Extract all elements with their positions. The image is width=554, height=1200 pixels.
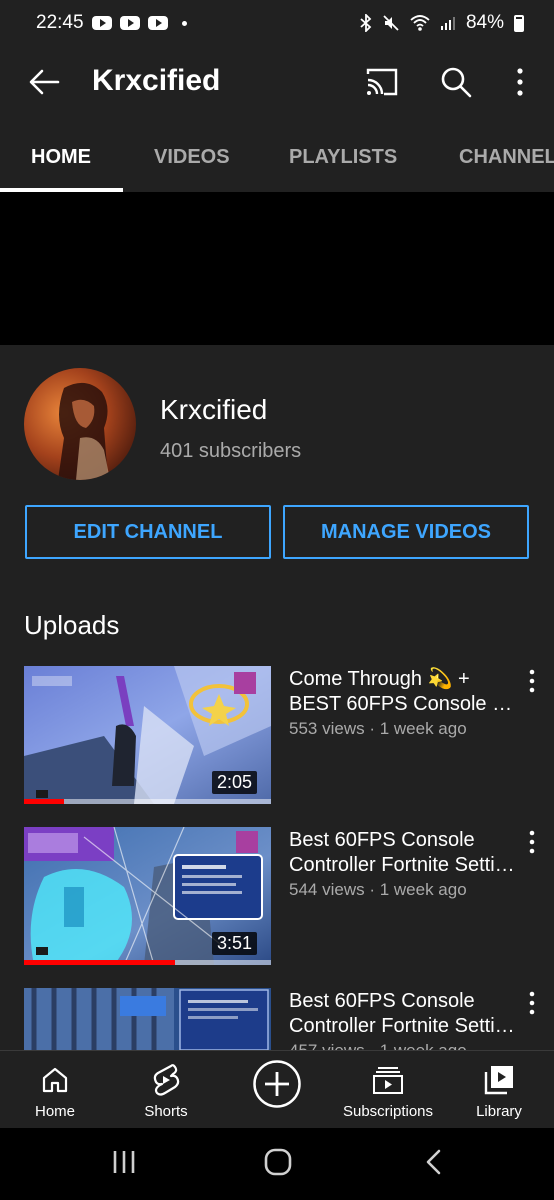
nav-label: Shorts (144, 1103, 188, 1120)
video-title-line: BEST 60FPS Console Controller Fortnite S… (289, 693, 517, 715)
video-title-line: Controller Fortnite Settings (289, 854, 517, 876)
create-icon (253, 1060, 301, 1108)
search-icon[interactable] (436, 62, 476, 102)
signal-icon (440, 17, 455, 30)
wifi-icon (410, 15, 430, 31)
youtube-notification-icon (147, 16, 168, 30)
manage-videos-button[interactable]: MANAGE VIDEOS (283, 505, 529, 559)
video-thumbnail[interactable]: 3:51 (24, 827, 271, 965)
video-meta: 544 views · 1 week ago (289, 880, 467, 899)
bottom-navigation: Home Shorts Subscriptions Library (0, 1050, 554, 1128)
more-notifications-icon (181, 20, 187, 26)
status-time: 22:45 (36, 12, 84, 33)
home-icon (42, 1067, 68, 1093)
battery-icon (514, 14, 524, 32)
video-title[interactable]: Come Through 💫 + BEST 60FPS Console Cont… (289, 667, 517, 717)
more-vert-icon[interactable] (523, 990, 541, 1016)
tab-channels[interactable]: CHANNELS (459, 146, 554, 169)
home-button-icon[interactable] (263, 1147, 293, 1177)
video-thumbnail[interactable]: 2:05 (24, 666, 271, 804)
shorts-icon (153, 1064, 180, 1096)
library-icon (484, 1066, 513, 1095)
app-bar: Krxcified (0, 46, 554, 120)
video-title-line: Come Through 💫 + (289, 668, 470, 690)
mute-icon (383, 15, 399, 31)
back-arrow-icon[interactable] (26, 64, 62, 100)
watch-progress-bar (24, 960, 175, 965)
status-bar: 22:45 84% (0, 0, 554, 46)
nav-item-create[interactable] (237, 1051, 317, 1129)
channel-avatar[interactable] (24, 368, 136, 480)
youtube-notification-icon (91, 16, 112, 30)
system-navigation-bar (0, 1128, 554, 1200)
nav-item-home[interactable]: Home (15, 1051, 95, 1129)
bluetooth-icon (360, 14, 372, 32)
tab-videos[interactable]: VIDEOS (154, 146, 230, 169)
tab-playlists[interactable]: PLAYLISTS (289, 146, 397, 169)
page-title: Krxcified (92, 64, 221, 97)
uploads-heading: Uploads (24, 610, 120, 640)
more-vert-icon[interactable] (523, 829, 541, 855)
video-duration: 3:51 (211, 932, 257, 955)
nav-item-shorts[interactable]: Shorts (126, 1051, 206, 1129)
channel-name: Krxcified (160, 394, 268, 425)
nav-item-subscriptions[interactable]: Subscriptions (333, 1051, 443, 1129)
video-item[interactable]: 3:51 Best 60FPS Console Controller Fortn… (0, 827, 554, 967)
video-item[interactable]: 2:05 Come Through 💫 + BEST 60FPS Console… (0, 666, 554, 806)
nav-label: Home (34, 1103, 75, 1120)
video-title-line: Best 60FPS Console (289, 990, 475, 1012)
video-title-line: Controller Fortnite Settings (289, 1015, 517, 1037)
battery-percent: 84% (465, 12, 504, 33)
tab-home[interactable]: HOME (31, 146, 91, 169)
back-button-icon[interactable] (420, 1147, 448, 1177)
video-title[interactable]: Best 60FPS Console Controller Fortnite S… (289, 989, 517, 1039)
video-title-line: Best 60FPS Console (289, 829, 475, 851)
video-meta: 553 views · 1 week ago (289, 719, 467, 738)
channel-banner (0, 192, 554, 345)
more-vert-icon[interactable] (508, 64, 532, 100)
edit-channel-button[interactable]: EDIT CHANNEL (25, 505, 271, 559)
cast-icon[interactable] (362, 64, 402, 100)
nav-item-library[interactable]: Library (459, 1051, 539, 1129)
subscriber-count: 401 subscribers (160, 440, 302, 462)
watch-progress-bar (24, 799, 64, 804)
video-duration: 2:05 (211, 771, 257, 794)
more-vert-icon[interactable] (523, 668, 541, 694)
channel-tabs: HOME VIDEOS PLAYLISTS CHANNELS (0, 120, 554, 192)
nav-label: Library (476, 1103, 522, 1120)
recent-apps-icon[interactable] (110, 1148, 138, 1176)
video-title[interactable]: Best 60FPS Console Controller Fortnite S… (289, 828, 517, 878)
subscriptions-icon (373, 1067, 403, 1094)
youtube-notification-icon (119, 16, 140, 30)
nav-label: Subscriptions (342, 1103, 434, 1120)
